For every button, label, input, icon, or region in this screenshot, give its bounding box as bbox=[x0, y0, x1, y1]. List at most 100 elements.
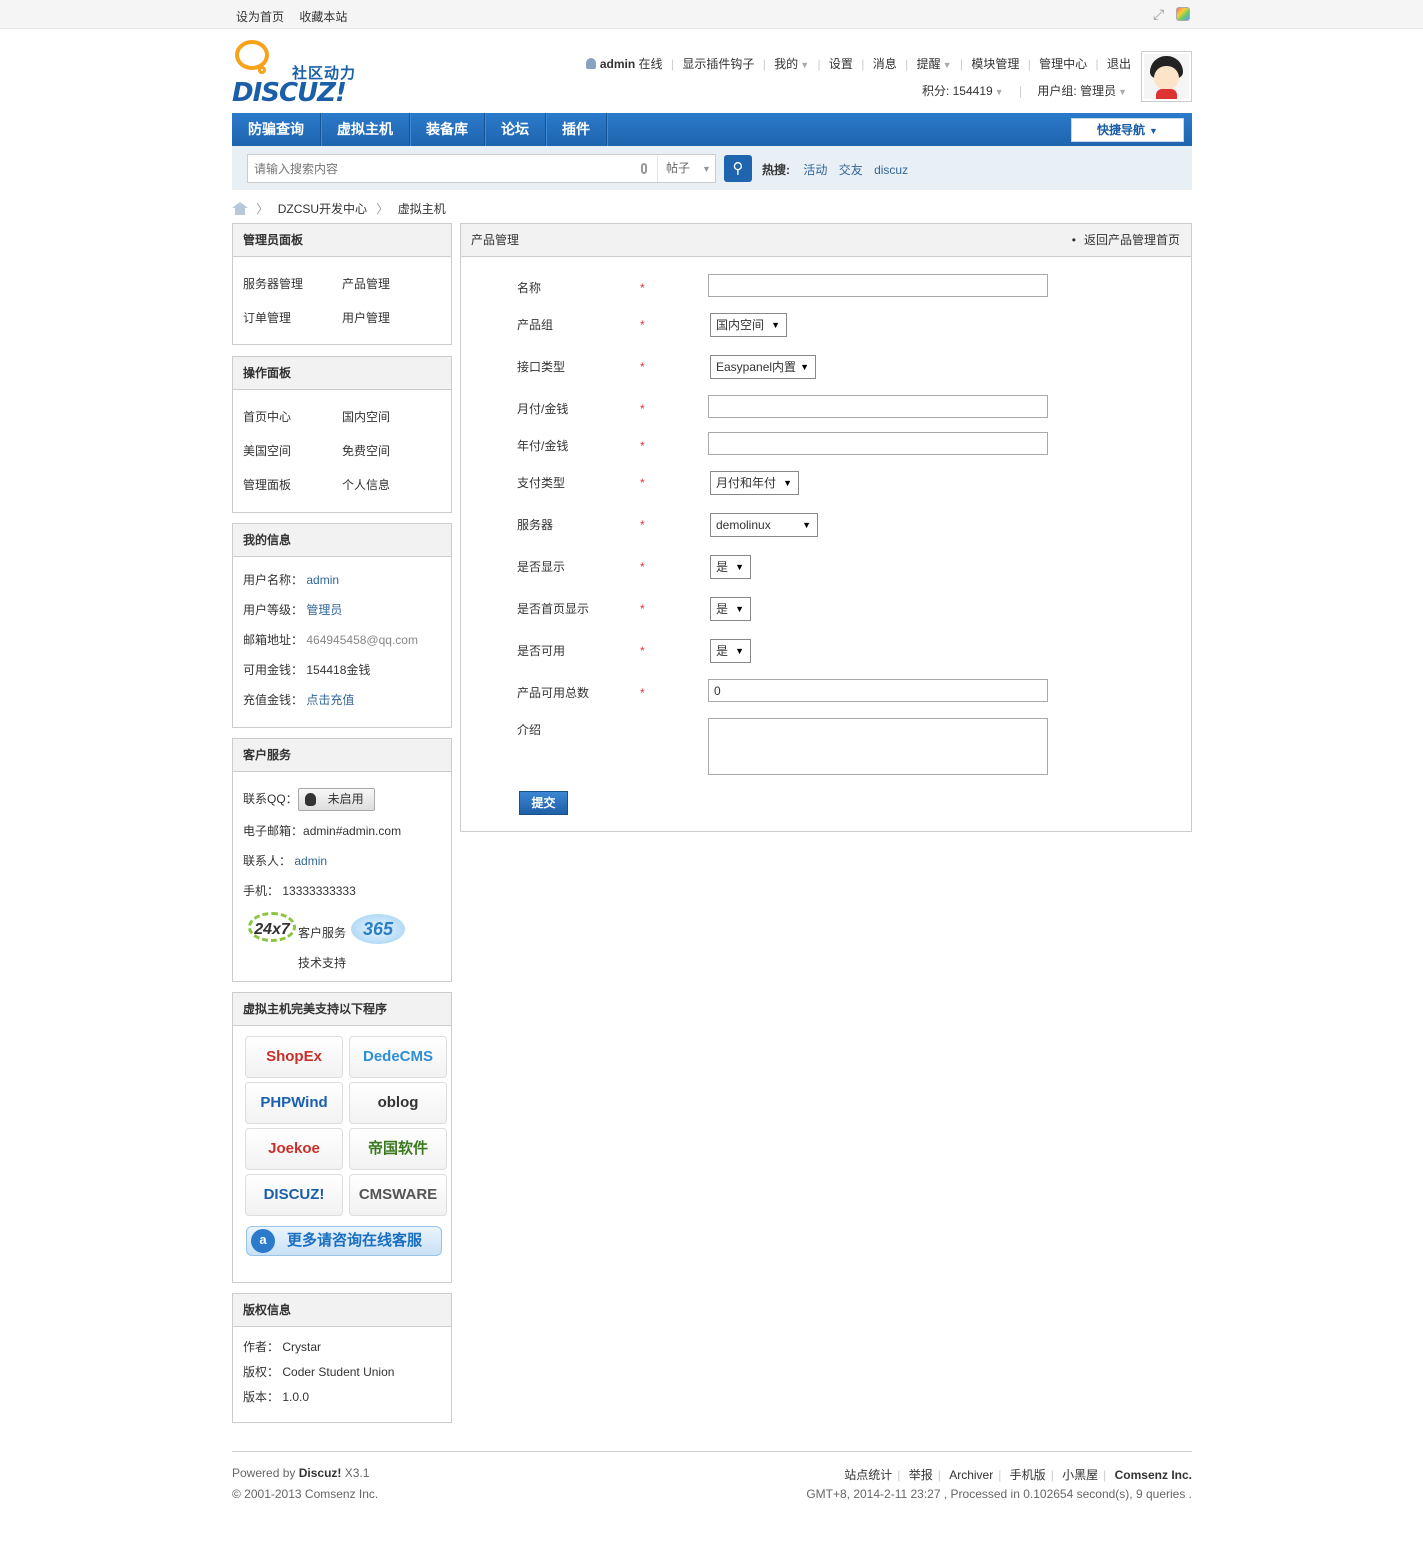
info-row: 用户等级： 管理员 bbox=[243, 603, 343, 617]
service-contact[interactable]: admin bbox=[294, 854, 327, 868]
submit-button[interactable]: 提交 bbox=[519, 791, 568, 815]
my-menu-link[interactable]: 我的 ▼ bbox=[774, 57, 809, 71]
server-select[interactable]: demolinux ▼ bbox=[710, 513, 818, 537]
site-logo[interactable]: 社区动力 DISCUZ! bbox=[232, 40, 372, 108]
divider: | bbox=[1095, 57, 1099, 71]
logout-link[interactable]: 退出 bbox=[1107, 57, 1131, 71]
program-logo[interactable]: ShopEx bbox=[245, 1036, 343, 1078]
hot-search-link[interactable]: discuz bbox=[874, 163, 908, 177]
admin-link-order[interactable]: 订单管理 bbox=[243, 301, 342, 335]
available-select[interactable]: 是 ▼ bbox=[710, 639, 751, 663]
program-logo[interactable]: 帝国软件 bbox=[349, 1128, 447, 1170]
home-icon[interactable] bbox=[232, 202, 248, 215]
credits-link[interactable]: 积分: 154419 ▼ bbox=[922, 84, 1004, 98]
search-type-select[interactable]: 帖子 ▼ bbox=[657, 155, 716, 182]
discuz-link[interactable]: Discuz! bbox=[299, 1466, 342, 1480]
divider: | bbox=[762, 57, 766, 71]
op-link-home[interactable]: 首页中心 bbox=[243, 400, 342, 434]
quick-nav-button[interactable]: 快捷导航 ▼ bbox=[1071, 118, 1184, 142]
service-phone: 13333333333 bbox=[282, 884, 356, 898]
show-select[interactable]: 是 ▼ bbox=[710, 555, 751, 579]
nav-item-forum[interactable]: 论坛 bbox=[485, 113, 546, 146]
admin-link-server[interactable]: 服务器管理 bbox=[243, 267, 342, 301]
fullscreen-icon[interactable]: ⤢ bbox=[1153, 7, 1167, 21]
search-button[interactable]: ⚲ bbox=[724, 155, 752, 182]
nav-item-virtual-host[interactable]: 虚拟主机 bbox=[321, 113, 410, 146]
module-manage-link[interactable]: 模块管理 bbox=[971, 57, 1019, 71]
messages-link[interactable]: 消息 bbox=[873, 57, 897, 71]
hot-search: 热搜: 活动 交友 discuz bbox=[762, 161, 916, 178]
program-logo[interactable]: DISCUZ! bbox=[245, 1174, 343, 1216]
op-link-manage[interactable]: 管理面板 bbox=[243, 468, 342, 502]
usergroup-label: 用户组: 管理员 bbox=[1037, 84, 1117, 98]
avatar[interactable] bbox=[1141, 51, 1192, 102]
notice-label: 提醒 bbox=[916, 57, 941, 71]
programs-panel: 虚拟主机完美支持以下程序 ShopEx DedeCMS PHPWind oblog Jo… bbox=[232, 992, 452, 1283]
op-link-domestic[interactable]: 国内空间 bbox=[342, 400, 441, 434]
usergroup-link[interactable]: 用户组: 管理员 ▼ bbox=[1037, 84, 1127, 98]
admin-panel: 管理员面板 服务器管理 产品管理 订单管理 用户管理 bbox=[232, 223, 452, 345]
caret-down-icon: ▼ bbox=[802, 520, 811, 530]
info-row: 充值金钱： 点击充值 bbox=[243, 693, 355, 707]
op-link-free[interactable]: 免费空间 bbox=[342, 434, 441, 468]
back-link[interactable]: 返回产品管理首页 bbox=[1072, 224, 1180, 257]
yearly-price-input[interactable] bbox=[708, 432, 1048, 455]
info-email: 464945458@qq.com bbox=[306, 633, 418, 647]
nav-item-anti-fraud[interactable]: 防骗查询 bbox=[232, 113, 321, 146]
search-type-label: 帖子 bbox=[666, 161, 691, 175]
intro-textarea[interactable] bbox=[708, 718, 1048, 775]
homepage-show-select[interactable]: 是 ▼ bbox=[710, 597, 751, 621]
program-logo[interactable]: Joekoe bbox=[245, 1128, 343, 1170]
online-status: 在线 bbox=[638, 57, 663, 71]
hot-search-link[interactable]: 交友 bbox=[839, 163, 863, 177]
program-logo[interactable]: DedeCMS bbox=[349, 1036, 447, 1078]
info-level[interactable]: 管理员 bbox=[306, 603, 342, 617]
settings-link[interactable]: 设置 bbox=[829, 57, 853, 71]
admin-link-product[interactable]: 产品管理 bbox=[342, 267, 441, 301]
footer-link-archiver[interactable]: Archiver bbox=[949, 1468, 993, 1482]
program-logo[interactable]: oblog bbox=[349, 1082, 447, 1124]
pay-type-select[interactable]: 月付和年付 ▼ bbox=[710, 471, 799, 495]
logo-bubble-tail-icon bbox=[258, 66, 266, 74]
nav-item-plugins[interactable]: 插件 bbox=[546, 113, 607, 146]
info-username[interactable]: admin bbox=[306, 573, 339, 587]
info-row: 可用金钱： 154418金钱 bbox=[243, 663, 371, 677]
op-link-us[interactable]: 美国空间 bbox=[243, 434, 342, 468]
caret-down-icon: ▼ bbox=[800, 362, 809, 372]
recharge-link[interactable]: 点击充值 bbox=[306, 693, 354, 707]
footer-company-link[interactable]: Comsenz Inc. bbox=[1115, 1468, 1192, 1482]
hot-search-link[interactable]: 活动 bbox=[803, 163, 827, 177]
monthly-price-input[interactable] bbox=[708, 395, 1048, 418]
bookmark-link[interactable]: 收藏本站 bbox=[299, 10, 347, 24]
panel-header: 产品管理 返回产品管理首页 bbox=[461, 224, 1191, 257]
program-logo[interactable]: PHPWind bbox=[245, 1082, 343, 1124]
qq-button[interactable]: 未启用 bbox=[297, 788, 375, 812]
program-logo[interactable]: CMSWARE bbox=[349, 1174, 447, 1216]
search-input[interactable] bbox=[254, 160, 634, 178]
name-input[interactable] bbox=[708, 274, 1048, 297]
product-group-select[interactable]: 国内空间 ▼ bbox=[710, 313, 787, 337]
notice-link[interactable]: 提醒 ▼ bbox=[917, 57, 952, 71]
top-bar: 设为首页 收藏本站 ⤢ bbox=[0, 0, 1423, 29]
breadcrumb-item[interactable]: DZCSU开发中心 bbox=[278, 202, 367, 216]
footer-link-mobile[interactable]: 手机版 bbox=[1010, 1468, 1046, 1482]
nav-item-equipment[interactable]: 装备库 bbox=[410, 113, 485, 146]
footer-link-blacklist[interactable]: 小黑屋 bbox=[1062, 1468, 1098, 1482]
footer-link-stats[interactable]: 站点统计 bbox=[844, 1468, 892, 1482]
op-link-profile[interactable]: 个人信息 bbox=[342, 468, 441, 502]
admin-link-user[interactable]: 用户管理 bbox=[342, 301, 441, 335]
breadcrumb-item[interactable]: 虚拟主机 bbox=[398, 202, 446, 216]
divider: | bbox=[905, 57, 909, 71]
footer-link-report[interactable]: 举报 bbox=[909, 1468, 933, 1482]
admin-center-link[interactable]: 管理中心 bbox=[1039, 57, 1087, 71]
show-hooks-link[interactable]: 显示插件钩子 bbox=[682, 57, 754, 71]
microphone-icon[interactable] bbox=[641, 163, 647, 174]
total-input[interactable] bbox=[708, 679, 1048, 702]
service-email: admin#admin.com bbox=[303, 824, 402, 838]
online-service-button[interactable]: 更多请咨询在线客服 bbox=[246, 1226, 442, 1256]
panel-title: 客户服务 bbox=[233, 739, 451, 772]
username-link[interactable]: admin bbox=[600, 57, 635, 71]
set-home-link[interactable]: 设为首页 bbox=[236, 10, 284, 24]
interface-type-select[interactable]: Easypanel内置 ▼ bbox=[710, 355, 816, 379]
style-switch-icon[interactable] bbox=[1176, 7, 1190, 21]
